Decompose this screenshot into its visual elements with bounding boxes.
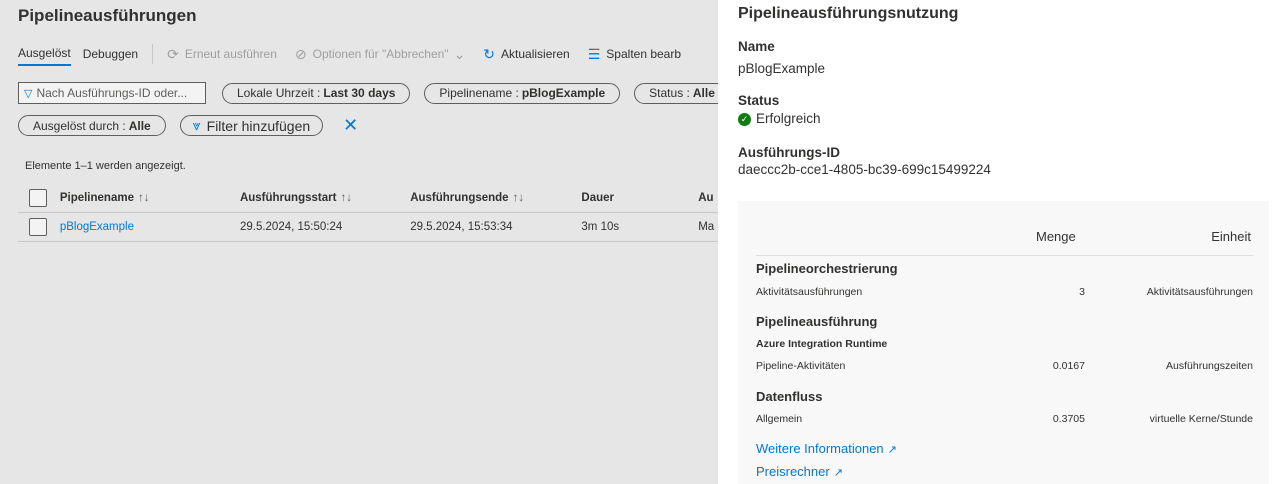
select-all-checkbox[interactable] [29, 189, 47, 207]
name-value: pBlogExample [738, 61, 826, 76]
runs-table: Pipelinename ↑↓ Ausführungsstart ↑↓ Ausfüh… [18, 184, 718, 242]
cancel-options-button[interactable]: ⊘ Optionen für "Abbrechen" ⌄ [295, 46, 465, 63]
col-einheit: Einheit [1211, 229, 1251, 244]
cancel-icon: ⊘ [294, 45, 307, 62]
cell-start: 29.5.2024, 15:50:24 [239, 221, 343, 233]
col-end[interactable]: Ausführungsende ↑↓ [410, 192, 581, 204]
section-title: Pipelineorchestrierung [756, 261, 898, 276]
table-header: Pipelinename ↑↓ Ausführungsstart ↑↓ Ausfüh… [18, 184, 718, 213]
filter-status[interactable]: Status : Alle [634, 82, 718, 104]
search-placeholder: Nach Ausführungs-ID oder... [36, 86, 188, 100]
sort-icon: ↑↓ [512, 192, 525, 204]
add-filter-button[interactable]: ⩔ Filter hinzufügen [179, 115, 324, 136]
external-link-icon: ↗ [887, 444, 897, 456]
cell-duration: 3m 10s [581, 221, 620, 233]
external-link-icon: ↗ [833, 467, 843, 479]
refresh-button[interactable]: ↻ Aktualisieren [483, 46, 569, 63]
divider [152, 44, 154, 64]
name-label: Name [738, 39, 775, 54]
filter-bar-2: Ausgelöst durch : Alle ⩔ Filter hinzufüg… [18, 115, 358, 136]
filter-pipeline-name[interactable]: Pipelinename : pBlogExample [424, 82, 621, 104]
pipeline-link[interactable]: pBlogExample [60, 221, 240, 233]
filter-bar: ▽ Nach Ausführungs-ID oder... Lokale Uhr… [18, 82, 718, 104]
run-id-label: Ausführungs-ID [738, 145, 840, 160]
section-title: Pipelineausführung [756, 314, 878, 329]
page-title: Pipelineausführungen [18, 6, 197, 25]
col-menge: Menge [1036, 229, 1076, 244]
sort-icon: ↑↓ [340, 192, 352, 204]
usage-panel: Pipelineausführungsnutzung Name pBlogExa… [718, 0, 1280, 484]
rerun-icon: ⟳ [167, 45, 179, 62]
edit-columns-button[interactable]: ☰ Spalten bearb [588, 46, 681, 63]
cell-triggered: Ma [698, 221, 715, 233]
sort-icon: ↑↓ [137, 192, 150, 204]
learn-more-link[interactable]: Weitere Informationen ↗ [756, 441, 897, 456]
col-triggered[interactable]: Au [698, 192, 718, 204]
row-checkbox[interactable] [29, 218, 47, 236]
clear-filters-icon[interactable]: ✕ [343, 115, 358, 136]
section-title: Datenfluss [756, 389, 823, 404]
pricing-calculator-link[interactable]: Preisrechner ↗ [756, 464, 843, 479]
success-icon: ✓ [738, 113, 751, 126]
filter-icon: ▽ [24, 87, 33, 100]
cell-end: 29.5.2024, 15:53:34 [410, 221, 513, 233]
command-bar: Ausgelöst Debuggen ⟳ Erneut ausführen ⊘ … [18, 40, 699, 68]
run-id-value: daeccc2b-cce1-4805-bc39-699c15499224 [738, 162, 991, 177]
search-input[interactable]: ▽ Nach Ausführungs-ID oder... [18, 82, 206, 104]
col-duration[interactable]: Dauer [581, 192, 698, 204]
tab-triggered[interactable]: Ausgelöst [18, 42, 71, 66]
col-start[interactable]: Ausführungsstart ↑↓ [240, 192, 410, 204]
usage-table: Menge Einheit Pipelineorchestrierung Akt… [738, 201, 1269, 484]
columns-icon: ☰ [587, 45, 601, 62]
add-filter-icon: ⩔ [192, 117, 201, 133]
panel-title: Pipelineausführungsnutzung [738, 5, 959, 22]
pipeline-runs-page: Pipelineausführungen Ausgelöst Debuggen … [0, 0, 718, 484]
filter-triggered-by[interactable]: Ausgelöst durch : Alle [18, 115, 166, 136]
filter-local-time[interactable]: Lokale Uhrzeit : Last 30 days [222, 82, 411, 104]
status-value: ✓ Erfolgreich [738, 111, 821, 126]
item-count: Elemente 1–1 werden angezeigt. [25, 160, 186, 172]
tab-debug[interactable]: Debuggen [83, 43, 138, 65]
usage-header: Menge Einheit [756, 227, 1253, 256]
status-label: Status [738, 93, 780, 108]
rerun-button[interactable]: ⟳ Erneut ausführen [167, 46, 277, 63]
chevron-down-icon: ⌄ [453, 45, 466, 62]
section-subtitle: Azure Integration Runtime [756, 338, 888, 350]
table-row[interactable]: pBlogExample 29.5.2024, 15:50:24 29.5.20… [18, 213, 718, 242]
refresh-icon: ↻ [483, 45, 496, 62]
col-pipelinename[interactable]: Pipelinename ↑↓ [60, 192, 240, 204]
